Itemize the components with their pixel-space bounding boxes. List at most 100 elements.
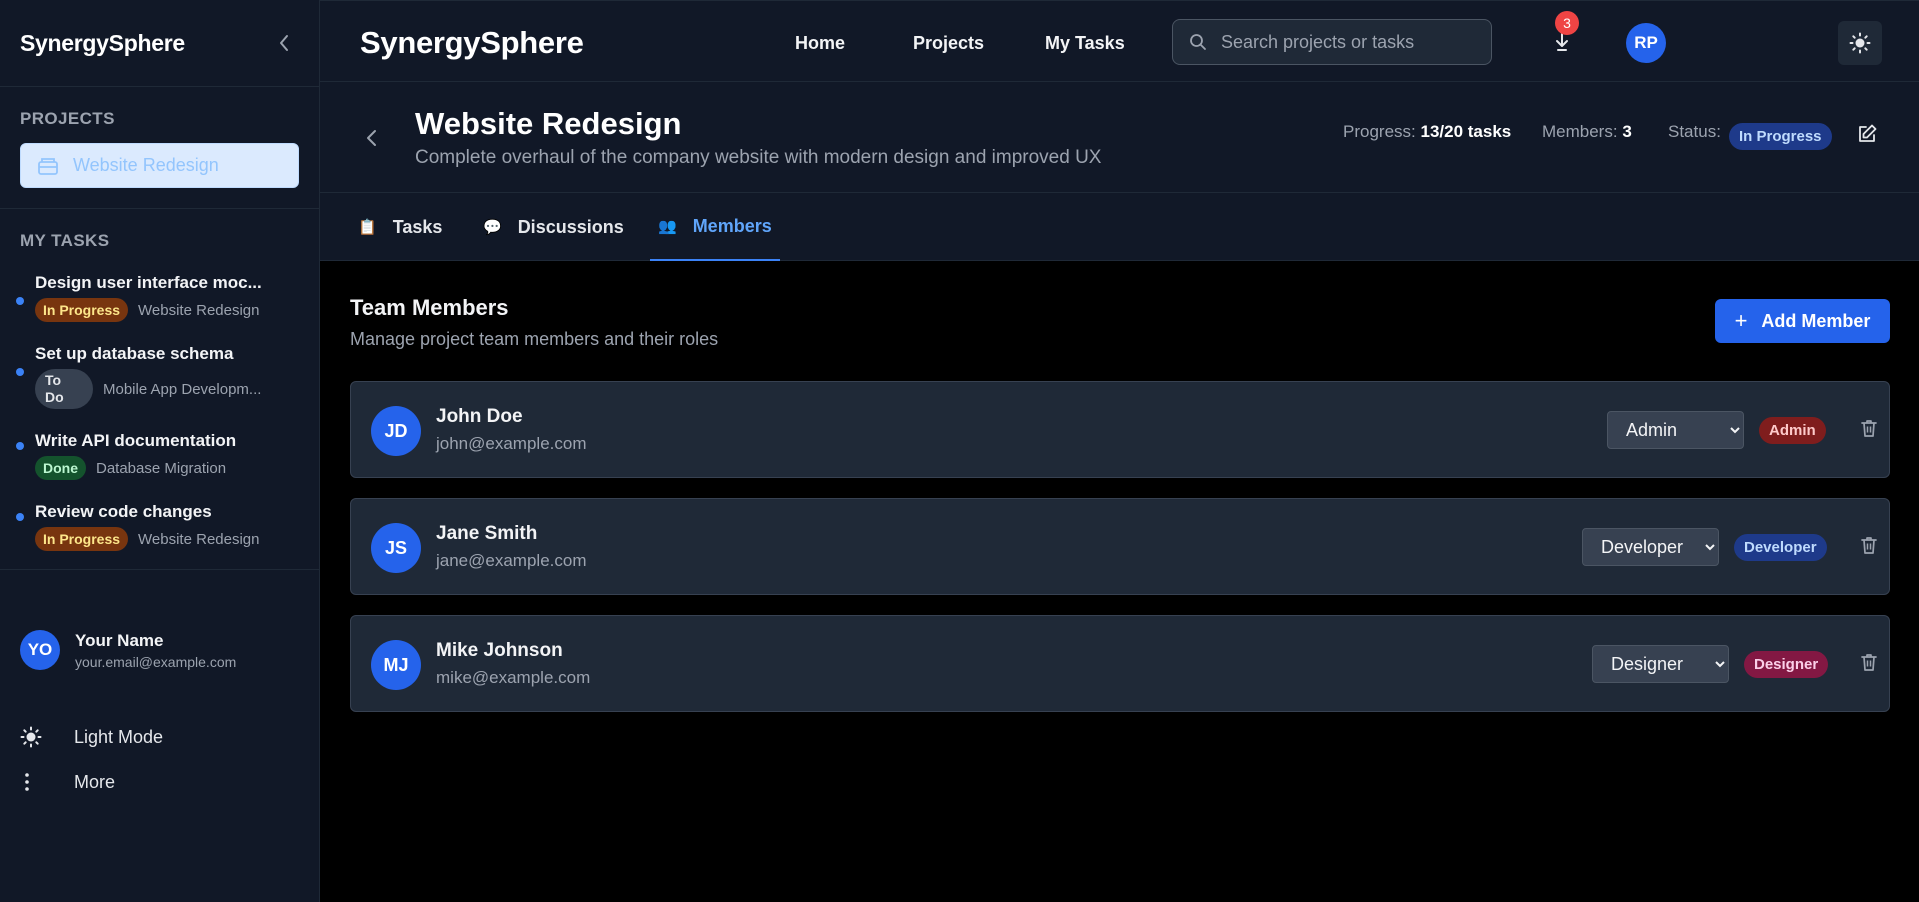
delete-member-button[interactable] <box>1859 535 1881 557</box>
nav-projects[interactable]: Projects <box>913 33 984 54</box>
task-project: Website Redesign <box>138 301 260 319</box>
status-badge: Done <box>35 456 86 480</box>
user-name: Your Name <box>75 630 164 650</box>
task-meta: To Do Mobile App Developm... <box>35 369 319 409</box>
project-tabs: 📋 Tasks 💬 Discussions 👥 Members <box>320 193 1919 261</box>
task-dot <box>16 297 24 305</box>
sidebar-task[interactable]: Write API documentation Done Database Mi… <box>0 431 319 480</box>
sidebar-user[interactable]: YO Your Name your.email@example.com <box>20 630 299 670</box>
member-email: jane@example.com <box>436 551 587 570</box>
page-title: Website Redesign <box>415 106 682 141</box>
clipboard-icon: 📋 <box>358 219 377 236</box>
tab-tasks[interactable]: 📋 Tasks <box>358 193 442 261</box>
status-stat: Status: <box>1668 122 1721 142</box>
delete-member-button[interactable] <box>1859 418 1881 440</box>
member-name: Mike Johnson <box>436 640 563 661</box>
more-button[interactable]: More <box>20 770 115 794</box>
sidebar-brand: SynergySphere <box>20 29 185 56</box>
chevron-left-icon <box>367 130 376 146</box>
section-subtitle: Manage project team members and their ro… <box>350 329 719 349</box>
people-icon: 👥 <box>658 218 677 235</box>
sidebar: SynergySphere PROJECTS Website Redesign … <box>0 0 320 902</box>
sidebar-task[interactable]: Set up database schema To Do Mobile App … <box>0 344 319 409</box>
status-label: Status: <box>1668 122 1721 141</box>
tab-discussions[interactable]: 💬 Discussions <box>483 193 624 261</box>
trash-icon <box>1861 537 1877 554</box>
role-badge: Admin <box>1759 417 1826 444</box>
user-avatar[interactable]: RP <box>1626 23 1666 63</box>
back-button[interactable] <box>360 126 384 150</box>
sidebar-header: SynergySphere <box>0 0 319 87</box>
status-badge: To Do <box>35 369 93 409</box>
tab-label: Discussions <box>517 216 624 237</box>
sidebar-task[interactable]: Review code changes In Progress Website … <box>0 502 319 551</box>
add-member-button[interactable]: + Add Member <box>1715 299 1890 343</box>
progress-stat: Progress: 13/20 tasks <box>1343 122 1511 142</box>
project-header: Website Redesign Complete overhaul of th… <box>320 82 1919 193</box>
tab-label: Members <box>692 215 772 236</box>
more-vertical-icon <box>20 770 50 794</box>
status-badge: In Progress <box>1729 123 1832 150</box>
edit-icon <box>1859 124 1877 142</box>
task-project: Website Redesign <box>138 530 260 548</box>
member-email: john@example.com <box>436 434 587 453</box>
task-title: Set up database schema <box>35 344 234 363</box>
sidebar-project-website-redesign[interactable]: Website Redesign <box>20 143 299 188</box>
speech-bubble-icon: 💬 <box>483 219 502 236</box>
my-tasks-heading: MY TASKS <box>20 231 110 250</box>
members-value: 3 <box>1622 122 1632 141</box>
notification-count-badge: 3 <box>1555 11 1579 35</box>
app-title: SynergySphere <box>360 25 584 60</box>
members-stat: Members: 3 <box>1542 122 1632 142</box>
role-select[interactable]: Developer <box>1582 528 1719 566</box>
trash-icon <box>1861 420 1877 437</box>
task-title: Write API documentation <box>35 431 237 450</box>
task-title: Design user interface moc... <box>35 273 262 292</box>
role-select[interactable]: Designer <box>1592 645 1729 683</box>
member-row: MJ Mike Johnson mike@example.com Designe… <box>350 615 1890 712</box>
task-project: Database Migration <box>96 459 227 477</box>
sun-icon <box>20 725 50 749</box>
light-mode-label: Light Mode <box>74 726 164 747</box>
role-badge: Designer <box>1744 651 1829 678</box>
search-icon <box>1190 34 1206 50</box>
progress-value: 13/20 tasks <box>1420 122 1512 141</box>
task-dot <box>16 442 24 450</box>
edit-project-button[interactable] <box>1856 123 1882 149</box>
status-badge: In Progress <box>35 298 129 322</box>
role-badge: Developer <box>1734 534 1827 561</box>
sidebar-task[interactable]: Design user interface moc... In Progress… <box>0 273 319 322</box>
delete-member-button[interactable] <box>1859 652 1881 674</box>
nav-home[interactable]: Home <box>795 33 845 54</box>
members-label: Members: <box>1542 122 1618 141</box>
sidebar-projects: PROJECTS Website Redesign <box>0 87 319 209</box>
theme-toggle-button[interactable] <box>1838 21 1882 65</box>
tab-label: Tasks <box>392 216 443 237</box>
search-input[interactable] <box>1221 31 1471 53</box>
avatar: JS <box>371 523 421 573</box>
task-dot <box>16 513 24 521</box>
search-box <box>1172 19 1492 65</box>
light-mode-button[interactable]: Light Mode <box>20 725 163 749</box>
more-label: More <box>74 771 116 792</box>
collapse-sidebar-button[interactable] <box>269 28 299 58</box>
trash-icon <box>1861 654 1877 671</box>
task-dot <box>16 368 24 376</box>
member-name: John Doe <box>436 406 523 427</box>
projects-heading: PROJECTS <box>20 109 115 128</box>
progress-label: Progress: <box>1343 122 1416 141</box>
member-row: JS Jane Smith jane@example.com Developer… <box>350 498 1890 595</box>
role-select[interactable]: Admin <box>1607 411 1744 449</box>
members-panel: Team Members Manage project team members… <box>320 261 1919 902</box>
user-email: your.email@example.com <box>75 653 237 670</box>
avatar: JD <box>371 406 421 456</box>
chevron-left-icon <box>280 35 288 51</box>
avatar: MJ <box>371 640 421 690</box>
task-title: Review code changes <box>35 502 212 521</box>
top-bar: SynergySphere Home Projects My Tasks 3 R… <box>320 0 1919 82</box>
nav-my-tasks[interactable]: My Tasks <box>1045 33 1125 54</box>
sidebar-project-label: Website Redesign <box>73 155 219 175</box>
tab-members[interactable]: 👥 Members <box>650 193 780 261</box>
section-title: Team Members <box>350 295 509 320</box>
task-meta: Done Database Migration <box>35 456 319 480</box>
